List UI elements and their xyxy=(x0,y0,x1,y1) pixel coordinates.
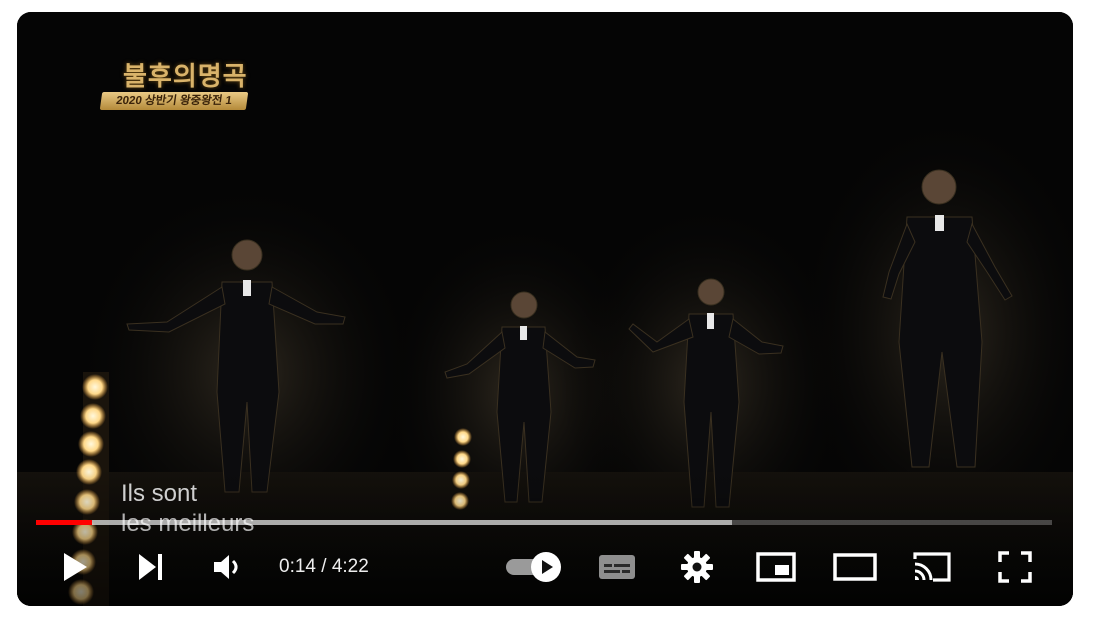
progress-bar[interactable] xyxy=(36,520,1052,525)
settings-button[interactable] xyxy=(675,540,719,594)
cast-button[interactable] xyxy=(910,540,954,594)
miniplayer-icon xyxy=(756,552,796,582)
caption-text: Ils sont les meilleurs xyxy=(121,479,254,539)
duration: 4:22 xyxy=(331,556,369,577)
progress-played xyxy=(36,520,92,525)
captions-icon xyxy=(599,555,635,579)
autoplay-icon xyxy=(506,552,561,582)
next-button[interactable] xyxy=(131,540,171,594)
autoplay-toggle[interactable] xyxy=(503,540,565,594)
volume-icon xyxy=(214,555,238,579)
video-player[interactable]: 불후의명곡 2020 상반기 왕중왕전 1 Ils sont les meill… xyxy=(17,12,1073,606)
theater-icon xyxy=(833,553,877,581)
gear-icon xyxy=(681,551,713,583)
control-bar: 0:14 / 4:22 xyxy=(17,540,1073,594)
fullscreen-button[interactable] xyxy=(993,540,1037,594)
logo-title: 불후의명곡 xyxy=(123,62,248,92)
progress-loaded xyxy=(36,520,732,525)
caption-line-1: Ils sont xyxy=(121,480,198,507)
time-display: 0:14 / 4:22 xyxy=(279,540,369,594)
next-icon xyxy=(139,554,162,580)
play-icon xyxy=(64,553,87,581)
captions-button[interactable] xyxy=(595,540,639,594)
broadcast-logo: 불후의명곡 2020 상반기 왕중왕전 1 xyxy=(99,56,251,116)
play-button[interactable] xyxy=(55,540,95,594)
fullscreen-icon xyxy=(998,551,1032,583)
theater-mode-button[interactable] xyxy=(831,540,879,594)
miniplayer-button[interactable] xyxy=(754,540,798,594)
volume-button[interactable] xyxy=(209,540,249,594)
logo-subtitle: 2020 상반기 왕중왕전 1 xyxy=(99,92,249,110)
time-separator: / xyxy=(315,556,332,577)
cast-icon xyxy=(913,552,951,582)
current-time: 0:14 xyxy=(279,556,316,577)
